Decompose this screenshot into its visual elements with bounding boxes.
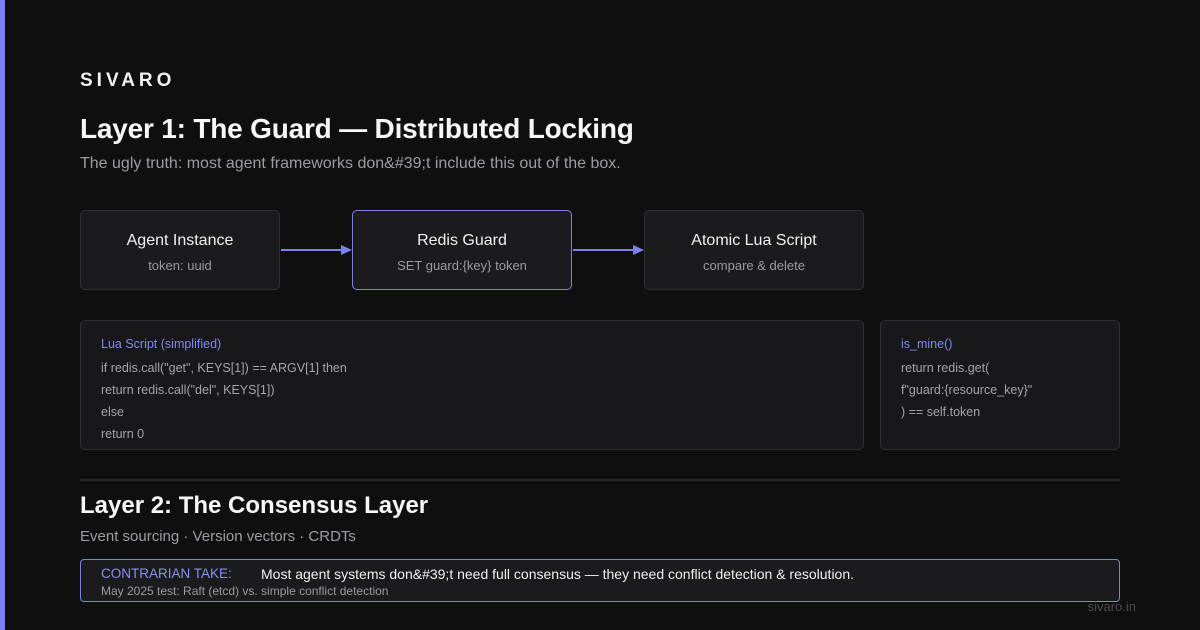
callout-message: Most agent systems don&#39;t need full c… <box>261 566 855 582</box>
layer2-title: Layer 2: The Consensus Layer <box>80 492 429 519</box>
code-line: if redis.call("get", KEYS[1]) == ARGV[1]… <box>101 361 347 375</box>
code-line: return redis.call("del", KEYS[1]) <box>101 383 275 397</box>
section-divider <box>80 479 1120 481</box>
arrowhead-agent-to-redis <box>341 245 352 255</box>
arrowhead-redis-to-lua <box>633 245 644 255</box>
flow-box-title: Agent Instance <box>126 232 234 249</box>
code-line: f"guard:{resource_key}" <box>901 383 1033 397</box>
code-line: ) == self.token <box>901 405 981 419</box>
lua-script-panel: Lua Script (simplified) if redis.call("g… <box>80 320 864 450</box>
code-line: else <box>101 405 124 419</box>
code-line: return redis.get( <box>901 361 990 375</box>
flow-box-subtitle: compare & delete <box>703 258 805 273</box>
flow-box-redis-guard: Redis Guard SET guard:{key} token <box>352 210 572 290</box>
panel-heading: Lua Script (simplified) <box>101 337 222 351</box>
flow-box-subtitle: SET guard:{key} token <box>397 258 527 273</box>
code-line: return 0 <box>101 427 145 441</box>
callout-label: CONTRARIAN TAKE: <box>101 566 232 581</box>
flow-box-title: Atomic Lua Script <box>691 232 817 249</box>
flow-box-atomic-lua-script: Atomic Lua Script compare & delete <box>644 210 864 290</box>
panel-heading: is_mine() <box>901 337 953 351</box>
flow-box-subtitle: token: uuid <box>148 258 212 273</box>
contrarian-callout: CONTRARIAN TAKE: Most agent systems don&… <box>80 559 1120 602</box>
flow-box-agent-instance: Agent Instance token: uuid <box>80 210 280 290</box>
footer-url: sivaro.in <box>1087 599 1136 614</box>
layer2-subtitle: Event sourcing · Version vectors · CRDTs <box>80 528 356 545</box>
callout-note: May 2025 test: Raft (etcd) vs. simple co… <box>101 584 389 598</box>
flow-box-title: Redis Guard <box>417 232 507 249</box>
is-mine-panel: is_mine() return redis.get( f"guard:{res… <box>880 320 1120 450</box>
